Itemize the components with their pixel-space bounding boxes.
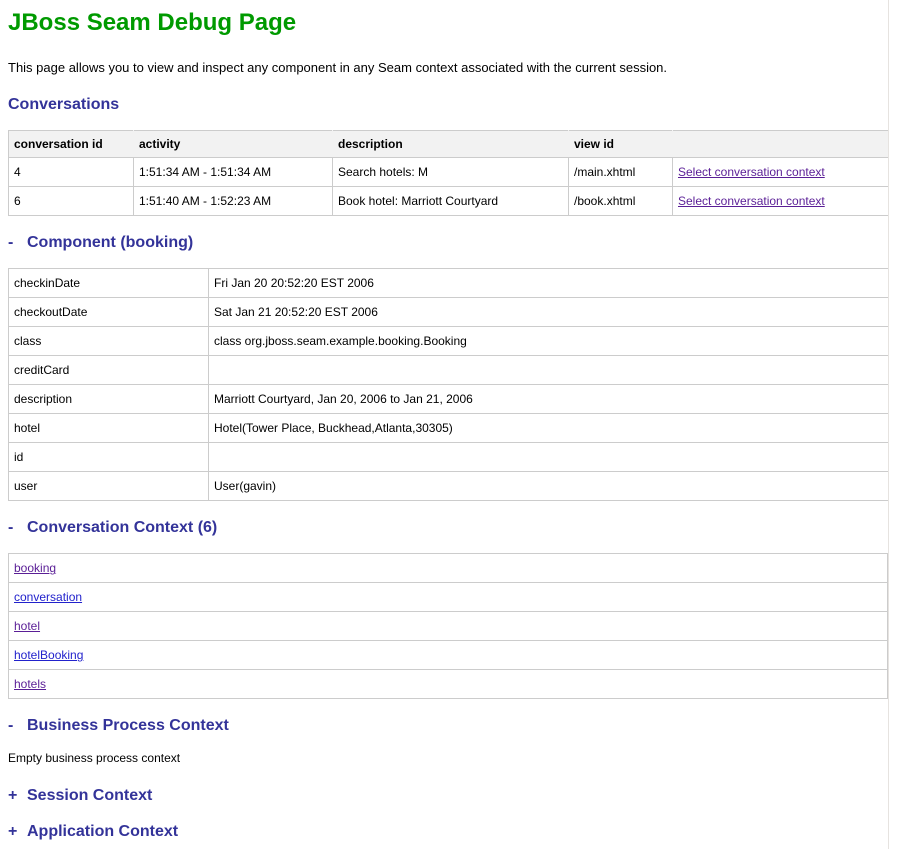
component-properties-table: checkinDate Fri Jan 20 20:52:20 EST 2006… bbox=[8, 268, 889, 501]
conversations-header-row: conversation id activity description vie… bbox=[9, 131, 889, 158]
expand-icon[interactable]: + bbox=[8, 787, 27, 805]
application-context-heading: +Application Context bbox=[8, 823, 888, 841]
cell-activity: 1:51:40 AM - 1:52:23 AM bbox=[134, 187, 333, 216]
page-intro-text: This page allows you to view and inspect… bbox=[8, 60, 888, 75]
conversations-table: conversation id activity description vie… bbox=[8, 130, 889, 216]
cell-property-value: Sat Jan 21 20:52:20 EST 2006 bbox=[209, 298, 889, 327]
cell-property-value: Marriott Courtyard, Jan 20, 2006 to Jan … bbox=[209, 385, 889, 414]
cell-property-name: id bbox=[9, 443, 209, 472]
table-row: checkoutDate Sat Jan 21 20:52:20 EST 200… bbox=[9, 298, 889, 327]
list-item: hotelBooking bbox=[9, 641, 888, 670]
cell-property-name: checkinDate bbox=[9, 269, 209, 298]
collapse-icon[interactable]: - bbox=[8, 234, 27, 252]
table-row: 6 1:51:40 AM - 1:52:23 AM Book hotel: Ma… bbox=[9, 187, 889, 216]
column-header-description: description bbox=[333, 131, 569, 158]
cell-property-value: User(gavin) bbox=[209, 472, 889, 501]
cell-property-value: Fri Jan 20 20:52:20 EST 2006 bbox=[209, 269, 889, 298]
cell-select-link: Select conversation context bbox=[673, 158, 889, 187]
section-heading-label: Business Process Context bbox=[27, 717, 229, 734]
table-row: id bbox=[9, 443, 889, 472]
cell-context-variable: hotels bbox=[9, 670, 888, 699]
table-row: user User(gavin) bbox=[9, 472, 889, 501]
cell-property-name: creditCard bbox=[9, 356, 209, 385]
cell-property-name: hotel bbox=[9, 414, 209, 443]
column-header-empty bbox=[673, 131, 889, 158]
section-heading-label: Conversation Context (6) bbox=[27, 519, 217, 536]
column-header-activity: activity bbox=[134, 131, 333, 158]
list-item: conversation bbox=[9, 583, 888, 612]
cell-context-variable: hotelBooking bbox=[9, 641, 888, 670]
conversation-context-table: booking conversation hotel hotelBooking bbox=[8, 553, 888, 699]
business-process-context-heading: -Business Process Context bbox=[8, 717, 888, 735]
cell-context-variable: hotel bbox=[9, 612, 888, 641]
component-booking-heading: -Component (booking) bbox=[8, 234, 888, 252]
conversations-heading: Conversations bbox=[8, 96, 888, 114]
cell-property-value bbox=[209, 443, 889, 472]
list-item: hotels bbox=[9, 670, 888, 699]
context-variable-link[interactable]: conversation bbox=[14, 590, 82, 604]
table-row: description Marriott Courtyard, Jan 20, … bbox=[9, 385, 889, 414]
column-header-view-id: view id bbox=[569, 131, 673, 158]
list-item: booking bbox=[9, 554, 888, 583]
column-header-conversation-id: conversation id bbox=[9, 131, 134, 158]
cell-property-name: class bbox=[9, 327, 209, 356]
select-conversation-link[interactable]: Select conversation context bbox=[678, 165, 825, 179]
context-variable-link[interactable]: hotelBooking bbox=[14, 648, 83, 662]
select-conversation-link[interactable]: Select conversation context bbox=[678, 194, 825, 208]
cell-conversation-id: 6 bbox=[9, 187, 134, 216]
table-row: class class org.jboss.seam.example.booki… bbox=[9, 327, 889, 356]
cell-property-name: user bbox=[9, 472, 209, 501]
cell-context-variable: booking bbox=[9, 554, 888, 583]
table-row: creditCard bbox=[9, 356, 889, 385]
table-row: hotel Hotel(Tower Place, Buckhead,Atlant… bbox=[9, 414, 889, 443]
collapse-icon[interactable]: - bbox=[8, 519, 27, 537]
cell-view-id: /main.xhtml bbox=[569, 158, 673, 187]
cell-select-link: Select conversation context bbox=[673, 187, 889, 216]
context-variable-link[interactable]: booking bbox=[14, 561, 56, 575]
cell-activity: 1:51:34 AM - 1:51:34 AM bbox=[134, 158, 333, 187]
empty-business-process-message: Empty business process context bbox=[8, 751, 888, 765]
cell-description: Book hotel: Marriott Courtyard bbox=[333, 187, 569, 216]
cell-conversation-id: 4 bbox=[9, 158, 134, 187]
cell-property-value bbox=[209, 356, 889, 385]
context-variable-link[interactable]: hotels bbox=[14, 677, 46, 691]
section-heading-label: Session Context bbox=[27, 787, 152, 804]
context-variable-link[interactable]: hotel bbox=[14, 619, 40, 633]
section-heading-label: Application Context bbox=[27, 823, 178, 840]
debug-page: JBoss Seam Debug Page This page allows y… bbox=[0, 0, 898, 865]
collapse-icon[interactable]: - bbox=[8, 717, 27, 735]
cell-property-value: Hotel(Tower Place, Buckhead,Atlanta,3030… bbox=[209, 414, 889, 443]
cell-property-value: class org.jboss.seam.example.booking.Boo… bbox=[209, 327, 889, 356]
page-title: JBoss Seam Debug Page bbox=[8, 10, 888, 36]
list-item: hotel bbox=[9, 612, 888, 641]
table-row: 4 1:51:34 AM - 1:51:34 AM Search hotels:… bbox=[9, 158, 889, 187]
cell-description: Search hotels: M bbox=[333, 158, 569, 187]
cell-property-name: checkoutDate bbox=[9, 298, 209, 327]
table-row: checkinDate Fri Jan 20 20:52:20 EST 2006 bbox=[9, 269, 889, 298]
cell-view-id: /book.xhtml bbox=[569, 187, 673, 216]
conversation-context-heading: -Conversation Context (6) bbox=[8, 519, 888, 537]
session-context-heading: +Session Context bbox=[8, 787, 888, 805]
section-heading-label: Component (booking) bbox=[27, 234, 193, 251]
cell-context-variable: conversation bbox=[9, 583, 888, 612]
viewport-edge-line bbox=[888, 0, 889, 849]
cell-property-name: description bbox=[9, 385, 209, 414]
expand-icon[interactable]: + bbox=[8, 823, 27, 841]
